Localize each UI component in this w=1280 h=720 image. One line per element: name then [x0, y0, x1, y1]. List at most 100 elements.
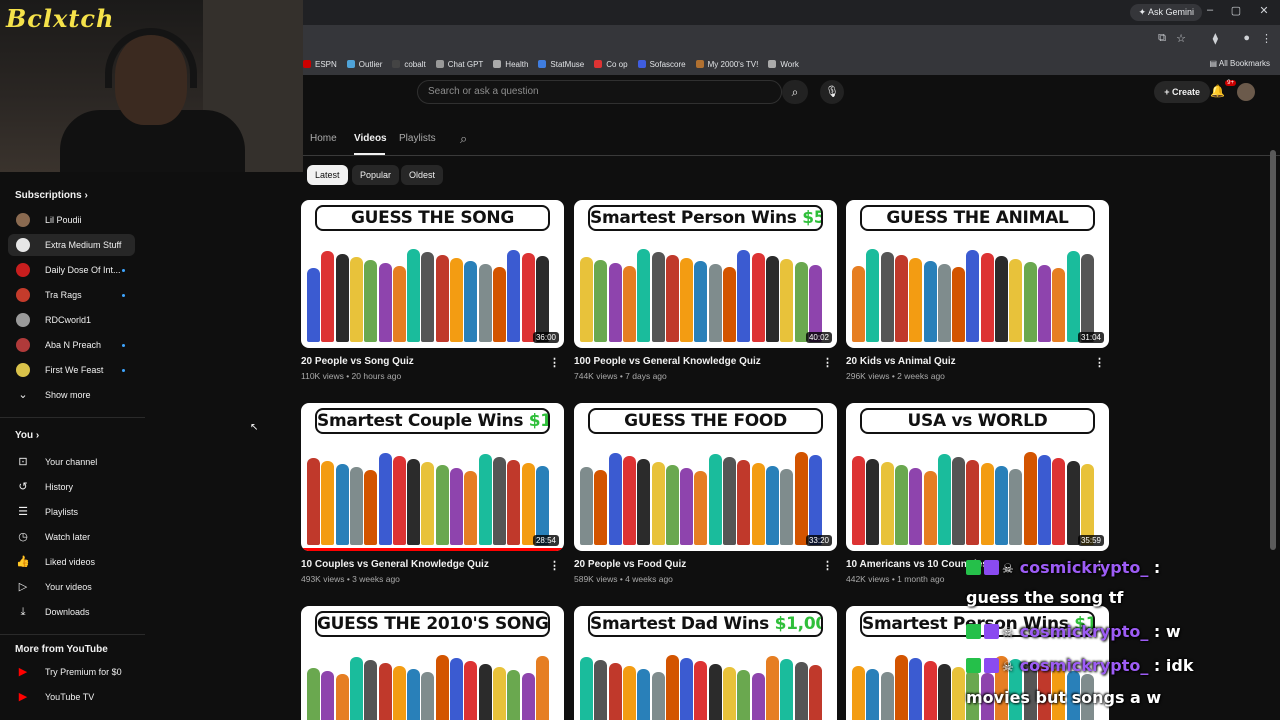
crowd-person [492, 667, 506, 720]
sidebar-item-label: Playlists [45, 507, 79, 517]
minimize-icon[interactable]: – [1202, 4, 1218, 16]
crowd-person [421, 252, 435, 342]
sidebar-item-label: History [45, 482, 74, 492]
sidebar-item-history[interactable]: ↺ History [8, 476, 135, 498]
more-options-icon[interactable]: ⋮ [549, 559, 560, 572]
notifications-bell-icon[interactable]: 🔔 [1210, 84, 1225, 98]
thumbnail-banner-text: GUESS THE SONG [315, 205, 550, 231]
video-thumbnail[interactable]: GUESS THE FOOD 33:20 [574, 403, 837, 551]
sidebar-item-downloads[interactable]: ⤓ Downloads [8, 601, 135, 623]
sidebar-item-youtube-tv[interactable]: ▶ YouTube TV [8, 686, 135, 708]
microphone-icon[interactable]: 🎙 [820, 80, 844, 104]
channel-search-icon[interactable]: ⌕ [460, 131, 467, 147]
crowd-person [937, 664, 951, 720]
sidebar-subscription[interactable]: Extra Medium Stuff [8, 234, 135, 256]
bookmark-cobalt[interactable]: cobalt [392, 60, 426, 69]
bookmark-work[interactable]: Work [768, 60, 799, 69]
folder-icon [493, 60, 502, 68]
crowd-person [535, 656, 549, 720]
close-icon[interactable]: ✕ [1256, 4, 1272, 17]
thumbnail-banner-text: Smartest Person Wins $5,000 [588, 205, 823, 231]
crowd-person [435, 465, 449, 545]
menu-icon[interactable]: ⋮ [1261, 32, 1272, 45]
video-title[interactable]: 100 People vs General Knowledge Quiz [574, 356, 814, 367]
sidebar-item-try-premium-for-0[interactable]: ▶ Try Premium for $0 [8, 661, 135, 683]
bookmark-health[interactable]: Health [493, 60, 528, 69]
subscriptions-header[interactable]: Subscriptions › [15, 190, 88, 201]
bookmark-chat-gpt[interactable]: Chat GPT [435, 60, 483, 69]
video-thumbnail[interactable]: Smartest Dad Wins $1,000 [574, 606, 837, 720]
sidebar-item-playlists[interactable]: ☰ Playlists [8, 501, 135, 523]
video-thumbnail[interactable]: Smartest Couple Wins $1,000 28:54 [301, 403, 564, 551]
sidebar-subscription[interactable]: RDCworld1 [8, 309, 135, 331]
video-thumbnail[interactable]: GUESS THE 2010'S SONG [301, 606, 564, 720]
sidebar-subscription[interactable]: Aba N Preach [8, 334, 135, 356]
video-age: 7 days ago [625, 371, 667, 381]
bookmark-sofascore[interactable]: Sofascore [637, 60, 686, 69]
crowd-person [492, 267, 506, 342]
video-thumbnail[interactable]: USA vs WORLD 35:59 [846, 403, 1109, 551]
install-app-icon[interactable]: ⧉ [1158, 32, 1166, 45]
sofascore-icon [637, 60, 646, 68]
all-bookmarks-label: All Bookmarks [1218, 59, 1270, 68]
skull-badge-icon: ☠ [1002, 562, 1014, 577]
create-button[interactable]: + Create [1154, 81, 1210, 103]
you-header[interactable]: You › [15, 430, 39, 441]
maximize-icon[interactable]: ▢ [1228, 4, 1244, 17]
bookmark-co-op[interactable]: Co op [594, 60, 628, 69]
thumbnail-crowd-image [852, 246, 1103, 342]
crowd-person [794, 452, 808, 545]
skull-badge-icon: ☠ [1002, 626, 1014, 641]
video-thumbnail[interactable]: Smartest Person Wins $5,000 40:02 [574, 200, 837, 348]
ask-gemini-button[interactable]: ✦ Ask Gemini [1130, 4, 1202, 21]
chip-oldest[interactable]: Oldest [401, 165, 444, 185]
video-title[interactable]: 20 People vs Song Quiz [301, 356, 541, 367]
video-age: 1 month ago [897, 574, 945, 584]
crowd-person [780, 259, 794, 342]
video-thumbnail[interactable]: GUESS THE ANIMAL 31:04 [846, 200, 1109, 348]
all-bookmarks-link[interactable]: ▤ All Bookmarks [1210, 59, 1270, 68]
more-options-icon[interactable]: ⋮ [822, 559, 833, 572]
more-options-icon[interactable]: ⋮ [1094, 356, 1105, 369]
chip-latest[interactable]: Latest [307, 165, 348, 185]
account-avatar[interactable] [1237, 83, 1255, 101]
bookmark-star-icon[interactable]: ☆ [1176, 32, 1186, 45]
bookmark-statmuse[interactable]: StatMuse [538, 60, 584, 69]
sidebar-item-your-videos[interactable]: ▷ Your videos [8, 576, 135, 598]
bookmark-espn[interactable]: ESPN [303, 60, 337, 69]
sidebar-subscription[interactable]: Tra Rags [8, 284, 135, 306]
video-thumbnail[interactable]: GUESS THE SONG 36:00 [301, 200, 564, 348]
show-more-button[interactable]: ⌄ Show more [8, 384, 135, 406]
sidebar-subscription[interactable]: Daily Dose Of Int... [8, 259, 135, 281]
chip-popular[interactable]: Popular [352, 165, 400, 185]
sidebar-item-watch-later[interactable]: ◷ Watch later [8, 526, 135, 548]
sidebar-subscription[interactable]: First We Feast [8, 359, 135, 381]
bookmark-outlier[interactable]: Outlier [346, 60, 382, 69]
tab-home[interactable]: Home [310, 133, 337, 144]
stream-chat-overlay: ☠ cosmickrypto_ : guess the song tf ☠ cosmic… [966, 556, 1280, 720]
crowd-person [1080, 254, 1094, 342]
tab-videos[interactable]: Videos [354, 133, 387, 144]
sidebar-subscription[interactable]: Lil Poudii [8, 209, 135, 231]
profile-icon[interactable]: ● [1243, 32, 1250, 44]
tab-playlists[interactable]: Playlists [399, 133, 436, 144]
search-input[interactable]: Search or ask a question [417, 80, 782, 104]
search-icon[interactable]: ⌕ [782, 80, 808, 104]
bookmarks-bar: ESPN Outlier cobalt Chat GPT Health StatMuse C… [303, 53, 1280, 75]
video-title[interactable]: 20 People vs Food Quiz [574, 559, 814, 570]
more-options-icon[interactable]: ⋮ [822, 356, 833, 369]
more-options-icon[interactable]: ⋮ [549, 356, 560, 369]
video-icon: ▷ [18, 581, 28, 593]
crowd-person [364, 260, 378, 342]
crowd-person [680, 468, 694, 545]
bookmark-my-2000-s-tv-[interactable]: My 2000's TV! [695, 60, 758, 69]
video-title[interactable]: 20 Kids vs Animal Quiz [846, 356, 1086, 367]
crowd-person [937, 454, 951, 545]
extensions-icon[interactable]: ⧫ [1213, 32, 1218, 45]
crowd-person [1009, 469, 1023, 545]
page-scrollbar[interactable] [1270, 150, 1276, 550]
crowd-person [321, 251, 335, 342]
sidebar-item-liked-videos[interactable]: 👍 Liked videos [8, 551, 135, 573]
video-title[interactable]: 10 Couples vs General Knowledge Quiz [301, 559, 541, 570]
sidebar-item-your-channel[interactable]: ⊡ Your channel [8, 451, 135, 473]
